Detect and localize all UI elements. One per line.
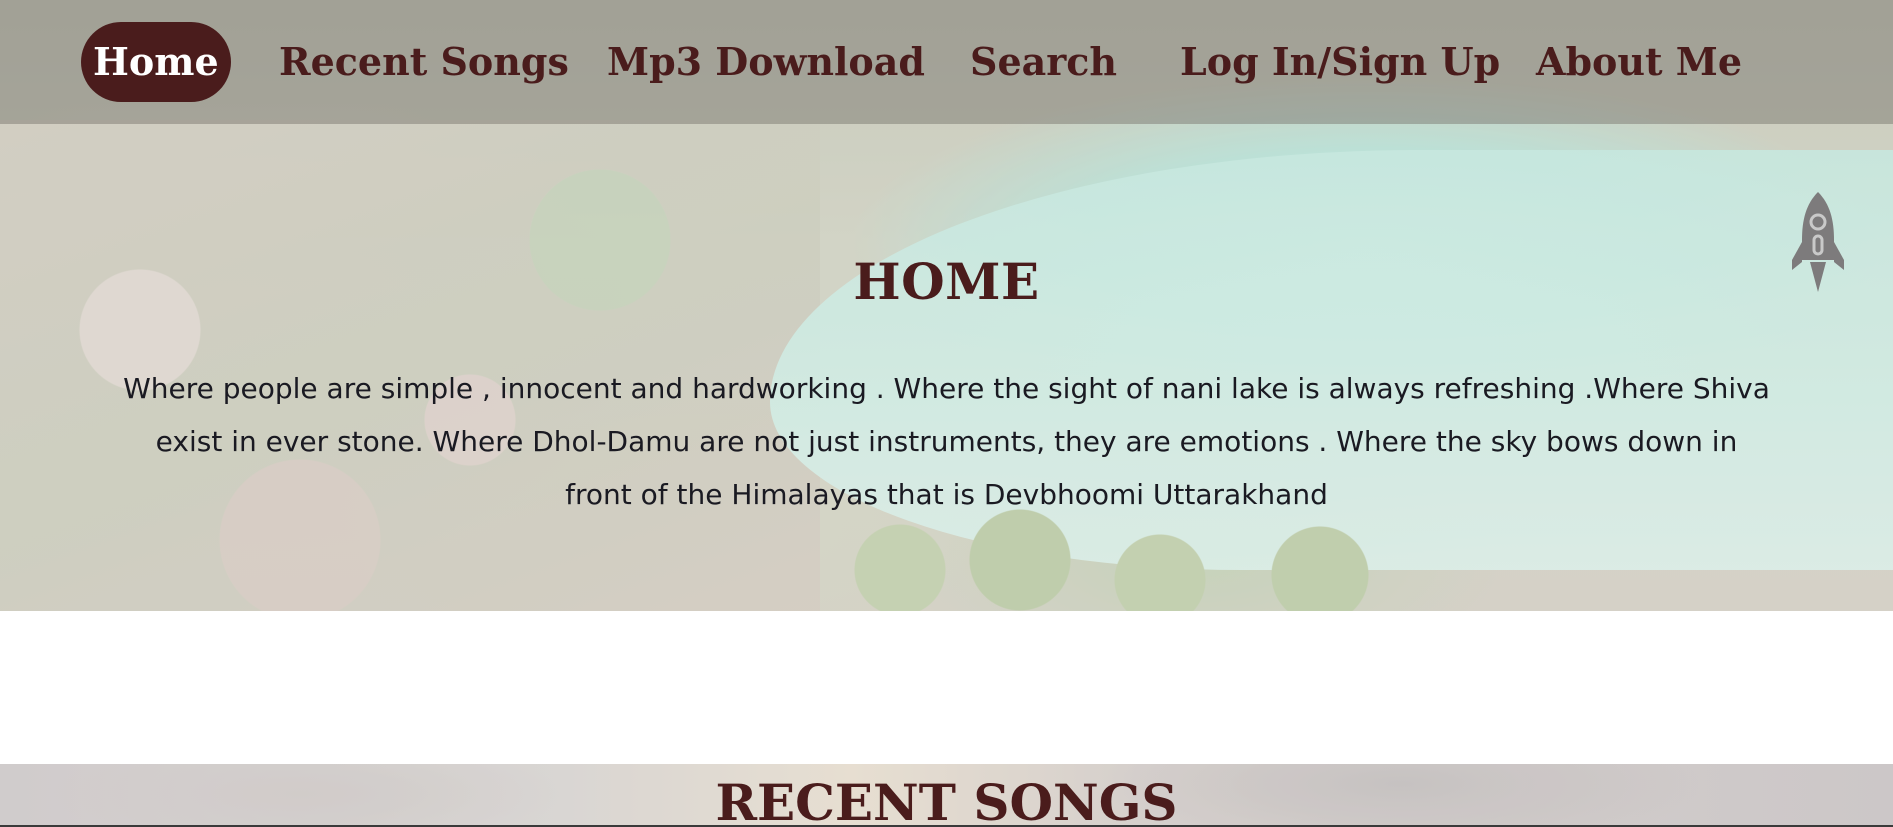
nav-item-home[interactable]: Home — [81, 22, 231, 102]
recent-songs-section: RECENT SONGS — [0, 764, 1893, 827]
home-section: Home Recent Songs Mp3 Download Search Lo… — [0, 0, 1893, 611]
recent-songs-heading: RECENT SONGS — [715, 773, 1178, 827]
home-heading: HOME — [853, 252, 1040, 311]
nav-item-recent-songs[interactable]: Recent Songs — [279, 22, 569, 102]
nav-item-search[interactable]: Search — [970, 22, 1117, 102]
top-navbar: Home Recent Songs Mp3 Download Search Lo… — [0, 0, 1893, 124]
nav-item-login-signup[interactable]: Log In/Sign Up — [1180, 22, 1500, 102]
nav-item-mp3-download[interactable]: Mp3 Download — [607, 22, 925, 102]
nav-item-about-me[interactable]: About Me — [1536, 22, 1742, 102]
home-description: Where people are simple , innocent and h… — [123, 372, 1770, 511]
scroll-to-top-button[interactable] — [1790, 190, 1846, 294]
rocket-icon — [1792, 192, 1844, 292]
